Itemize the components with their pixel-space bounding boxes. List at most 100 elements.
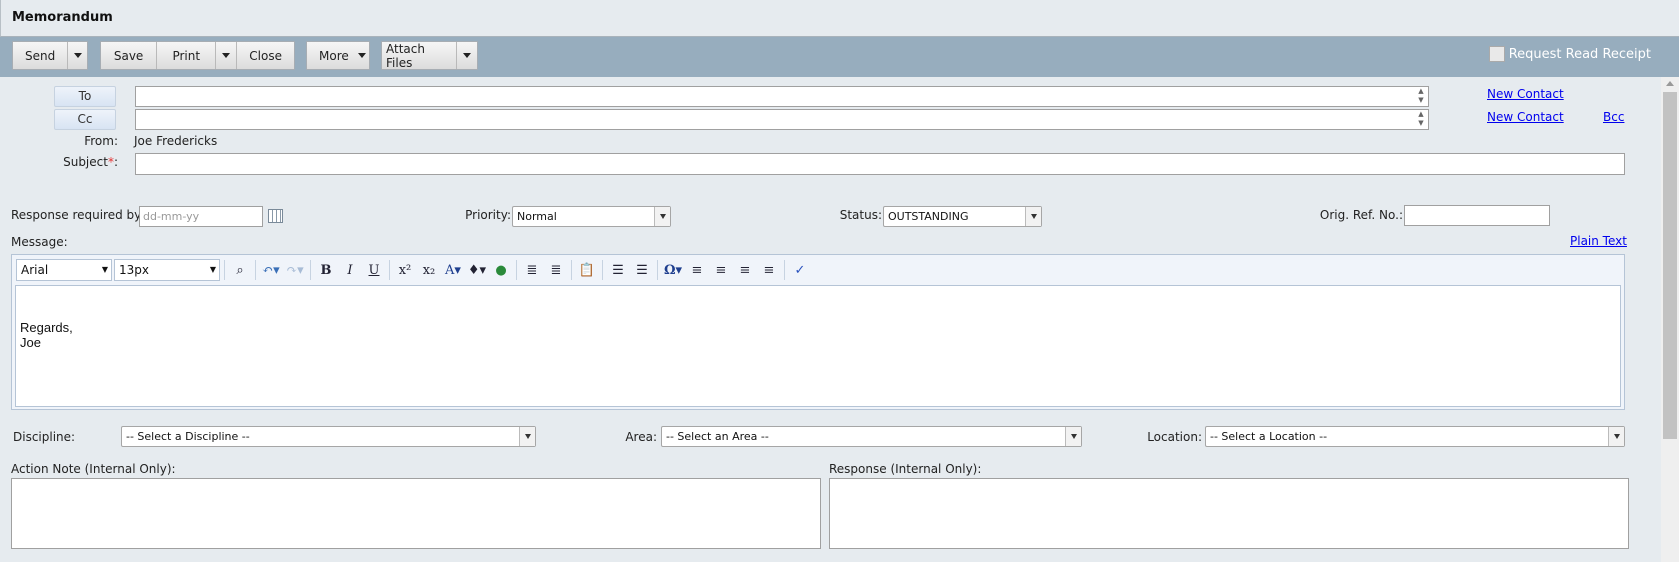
highlight-icon[interactable]: ♦▾ [466, 259, 488, 281]
align-left-icon[interactable]: ≡ [686, 259, 708, 281]
action-toolbar: Send Save Print Close More Attach Files … [0, 37, 1679, 77]
location-label: Location: [1147, 430, 1202, 444]
response-note-label: Response (Internal Only): [829, 462, 982, 476]
to-spinner[interactable]: ▲ ▼ [1414, 87, 1428, 106]
discipline-select[interactable]: -- Select a Discipline -- [121, 426, 536, 447]
align-right-icon[interactable]: ≡ [734, 259, 756, 281]
status-label: Status: [839, 208, 882, 222]
font-size-select[interactable]: 13px ▼ [114, 259, 220, 281]
send-button[interactable]: Send [13, 42, 69, 69]
font-family-select[interactable]: Arial ▼ [16, 259, 112, 281]
font-color-icon[interactable]: A▾ [442, 259, 464, 281]
ordered-list-icon[interactable]: ☰ [607, 259, 629, 281]
plain-text-link[interactable]: Plain Text [1570, 234, 1627, 248]
subscript-icon[interactable]: x₂ [418, 259, 440, 281]
from-label: From: [84, 134, 118, 148]
chevron-down-icon [659, 214, 666, 219]
body-line: Regards, [20, 320, 73, 335]
priority-label: Priority: [465, 208, 511, 222]
send-dropdown-button[interactable] [68, 42, 88, 69]
bcc-link[interactable]: Bcc [1603, 110, 1624, 124]
orig-ref-label: Orig. Ref. No.: [1319, 208, 1403, 222]
action-note-label: Action Note (Internal Only): [11, 462, 176, 476]
undo-icon[interactable]: ↶▾ [260, 259, 282, 281]
message-label: Message: [11, 235, 68, 249]
subject-colon: : [113, 155, 118, 169]
window-header: Memorandum [0, 0, 1679, 37]
print-button[interactable]: Print [157, 42, 217, 69]
chevron-down-icon [222, 53, 231, 58]
print-dropdown-button[interactable] [216, 42, 238, 69]
area-value: -- Select an Area -- [666, 430, 769, 443]
cc-input[interactable]: ▲ ▼ [135, 109, 1429, 130]
subject-label: Subject*: [63, 155, 118, 169]
orig-ref-input[interactable] [1404, 205, 1550, 226]
discipline-label: Discipline: [13, 430, 76, 444]
from-value: Joe Fredericks [134, 134, 218, 148]
new-contact-link-cc[interactable]: New Contact [1487, 110, 1564, 124]
redo-icon[interactable]: ↷▾ [284, 259, 306, 281]
priority-select[interactable]: Normal [512, 206, 671, 227]
find-icon[interactable]: ⌕ [229, 259, 251, 281]
chevron-down-icon [524, 434, 531, 439]
link-icon[interactable]: ● [490, 259, 512, 281]
vertical-scrollbar[interactable] [1661, 77, 1679, 562]
response-note-textarea[interactable] [829, 478, 1629, 549]
request-read-receipt-label: Request Read Receipt [1508, 46, 1651, 62]
location-value: -- Select a Location -- [1210, 430, 1328, 443]
message-editor: Arial ▼ 13px ▼ ⌕ ↶▾ ↷▾ B I U x² x₂ A▾ ♦▾ ●… [11, 254, 1625, 410]
location-select[interactable]: -- Select a Location -- [1205, 426, 1625, 447]
size-value: 13px [119, 263, 149, 277]
spellcheck-icon[interactable]: ✓ [789, 259, 811, 281]
subject-input[interactable] [135, 153, 1625, 175]
attach-dropdown-button[interactable] [457, 42, 477, 69]
response-date-input[interactable]: dd-mm-yy [139, 206, 263, 227]
calendar-icon[interactable] [268, 209, 283, 223]
cc-button[interactable]: Cc [54, 109, 116, 130]
area-label: Area: [625, 430, 657, 444]
underline-icon[interactable]: U [363, 259, 385, 281]
italic-icon[interactable]: I [339, 259, 361, 281]
to-input[interactable]: ▲ ▼ [135, 86, 1429, 107]
editor-toolbar: Arial ▼ 13px ▼ ⌕ ↶▾ ↷▾ B I U x² x₂ A▾ ♦▾ ●… [16, 258, 811, 282]
status-select[interactable]: OUTSTANDING [883, 206, 1042, 227]
superscript-icon[interactable]: x² [394, 259, 416, 281]
cc-spinner[interactable]: ▲ ▼ [1414, 110, 1428, 129]
body-line: Joe [20, 335, 41, 350]
attach-files-button[interactable]: Attach Files [382, 42, 457, 70]
chevron-down-icon [357, 53, 366, 58]
area-select[interactable]: -- Select an Area -- [661, 426, 1082, 447]
bold-icon[interactable]: B [315, 259, 337, 281]
request-read-receipt[interactable]: Request Read Receipt [1488, 46, 1651, 62]
to-button[interactable]: To [54, 86, 116, 107]
close-button[interactable]: Close [237, 42, 294, 69]
chevron-down-icon [1613, 434, 1620, 439]
discipline-value: -- Select a Discipline -- [126, 430, 250, 443]
status-value: OUTSTANDING [888, 210, 969, 223]
message-body[interactable]: Regards, Joe [15, 285, 1621, 407]
paste-word-icon[interactable]: 📋 [576, 259, 598, 281]
subject-label-text: Subject [63, 155, 108, 169]
indent-icon[interactable]: ≣ [521, 259, 543, 281]
chevron-down-icon [1070, 434, 1077, 439]
scrollbar-thumb[interactable] [1663, 92, 1677, 439]
justify-icon[interactable]: ≡ [758, 259, 780, 281]
date-placeholder: dd-mm-yy [143, 210, 200, 223]
scroll-up-icon[interactable] [1666, 81, 1674, 86]
unordered-list-icon[interactable]: ☰ [631, 259, 653, 281]
response-required-label: Response required by: [11, 208, 145, 222]
special-char-icon[interactable]: Ω▾ [662, 259, 684, 281]
request-read-receipt-checkbox[interactable] [1488, 46, 1505, 62]
new-contact-link-to[interactable]: New Contact [1487, 87, 1564, 101]
font-value: Arial [21, 263, 49, 277]
outdent-icon[interactable]: ≣ [545, 259, 567, 281]
action-note-textarea[interactable] [11, 478, 821, 549]
chevron-down-icon [74, 53, 83, 58]
more-label: More [319, 48, 349, 63]
chevron-down-icon [1030, 214, 1037, 219]
more-button[interactable]: More [307, 42, 378, 69]
priority-value: Normal [517, 210, 557, 223]
align-center-icon[interactable]: ≡ [710, 259, 732, 281]
save-button[interactable]: Save [101, 42, 158, 69]
window-title: Memorandum [12, 10, 113, 25]
